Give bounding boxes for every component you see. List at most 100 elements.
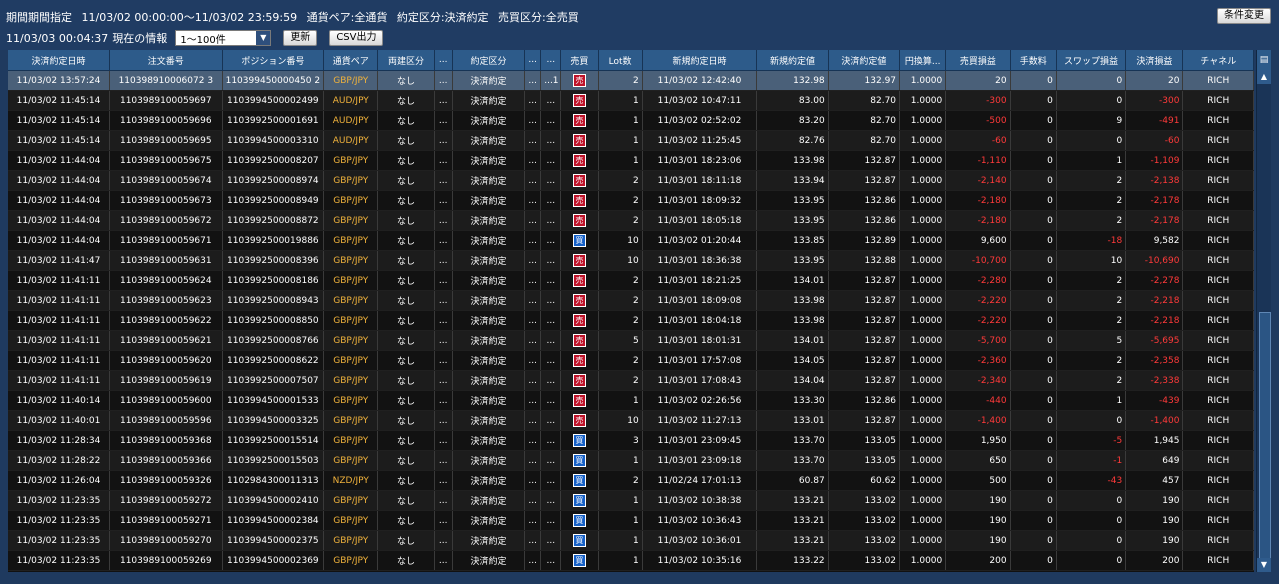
column-header[interactable]: 注文番号 xyxy=(109,50,223,71)
refresh-button[interactable]: 更新 xyxy=(283,30,318,46)
column-header[interactable]: 手数料 xyxy=(1010,50,1057,71)
table-row[interactable]: 11/03/02 11:44:04 1103989100059672 1103992… xyxy=(8,210,1254,231)
column-header[interactable]: 決済約定値 xyxy=(828,50,901,71)
table-row[interactable]: 11/03/02 11:44:04 1103989100059675 1103992… xyxy=(8,150,1254,171)
sell-badge: 売 xyxy=(572,114,586,127)
table-row[interactable]: 11/03/02 11:45:14 1103989100059697 1103994… xyxy=(8,90,1254,111)
table-row[interactable]: 11/03/02 11:41:47 1103989100059631 1103992… xyxy=(8,250,1254,271)
table-row[interactable]: 11/03/02 11:26:04 1103989100059326 1102984… xyxy=(8,470,1254,491)
table-cell: ... xyxy=(540,290,562,311)
table-cell: 5 xyxy=(598,330,643,351)
table-row[interactable]: 11/03/02 11:23:35 1103989100059270 1103994… xyxy=(8,530,1254,551)
column-header[interactable]: 通貨ペア xyxy=(323,50,379,71)
column-chooser-icon[interactable]: ▤ xyxy=(1257,50,1271,70)
scroll-down-arrow-icon[interactable]: ▼ xyxy=(1257,558,1271,572)
table-row[interactable]: 11/03/02 11:28:22 1103989100059366 1103992… xyxy=(8,450,1254,471)
column-header[interactable]: 新規約定日時 xyxy=(642,50,758,71)
table-cell: 1103989100059272 xyxy=(109,490,223,511)
scroll-up-arrow-icon[interactable]: ▲ xyxy=(1257,70,1271,84)
column-header[interactable]: ... xyxy=(524,50,542,71)
table-row[interactable]: 11/03/02 11:28:34 1103989100059368 1103992… xyxy=(8,430,1254,451)
table-cell: 11/03/01 18:09:32 xyxy=(642,190,758,211)
table-row[interactable]: 11/03/02 11:23:35 1103989100059271 1103994… xyxy=(8,510,1254,531)
table-cell: 132.87 xyxy=(828,170,901,191)
table-cell: 売 xyxy=(560,250,599,271)
column-header[interactable]: チャネル xyxy=(1182,50,1254,71)
column-header[interactable]: Lot数 xyxy=(598,50,643,71)
table-row[interactable]: 11/03/02 11:41:11 1103989100059621 1103992… xyxy=(8,330,1254,351)
scrollbar-thumb[interactable] xyxy=(1259,312,1271,570)
column-header[interactable]: 決済約定日時 xyxy=(8,50,111,71)
table-cell: 11/03/02 10:36:43 xyxy=(642,510,758,531)
table-cell: ... xyxy=(540,250,562,271)
column-header[interactable]: 売買 xyxy=(560,50,599,71)
table-cell: 133.02 xyxy=(828,510,901,531)
table-cell: 1103994500002410 xyxy=(222,490,325,511)
chevron-down-icon[interactable]: ▼ xyxy=(256,31,271,45)
table-cell: AUD/JPY xyxy=(323,130,379,151)
csv-export-button[interactable]: CSV出力 xyxy=(329,30,384,46)
table-cell: 1103992500008943 xyxy=(222,290,325,311)
table-cell: 決済約定 xyxy=(452,510,526,531)
table-row[interactable]: 11/03/02 11:45:14 1103989100059696 1103992… xyxy=(8,110,1254,131)
table-cell: 決済約定 xyxy=(452,490,526,511)
table-cell: 1103989100059672 xyxy=(109,210,223,231)
table-row[interactable]: 11/03/02 11:40:01 1103989100059596 1103994… xyxy=(8,410,1254,431)
table-cell: 133.98 xyxy=(756,150,829,171)
table-cell: 82.70 xyxy=(828,90,901,111)
column-header[interactable]: 約定区分 xyxy=(452,50,526,71)
column-header[interactable]: 円換算... xyxy=(899,50,947,71)
table-row[interactable]: 11/03/02 11:44:04 1103989100059674 1103992… xyxy=(8,170,1254,191)
table-cell: RICH xyxy=(1182,330,1254,351)
vertical-scrollbar[interactable]: ▤ ▲ ▼ xyxy=(1256,50,1271,572)
table-cell: 1,945 xyxy=(1125,430,1184,451)
table-cell: ... xyxy=(540,110,562,131)
table-cell: 1 xyxy=(598,510,643,531)
table-cell: 1103992500008872 xyxy=(222,210,325,231)
column-header[interactable]: ... xyxy=(540,50,562,71)
table-cell: 11/03/02 12:42:40 xyxy=(642,70,758,91)
table-cell: ... xyxy=(540,270,562,291)
table-row[interactable]: 11/03/02 11:41:11 1103989100059624 1103992… xyxy=(8,270,1254,291)
table-row[interactable]: 11/03/02 11:23:35 1103989100059269 1103994… xyxy=(8,550,1254,571)
table-cell: 0 xyxy=(1010,90,1057,111)
table-row[interactable]: 11/03/02 11:44:04 1103989100059673 1103992… xyxy=(8,190,1254,211)
table-cell: 1.0000 xyxy=(899,370,947,391)
table-cell: GBP/JPY xyxy=(323,290,379,311)
column-header[interactable]: 売買損益 xyxy=(945,50,1011,71)
table-row[interactable]: 11/03/02 11:41:11 1103989100059619 1103992… xyxy=(8,370,1254,391)
table-row[interactable]: 11/03/02 11:41:11 1103989100059622 1103992… xyxy=(8,310,1254,331)
column-header[interactable]: ポジション番号 xyxy=(222,50,325,71)
condition-change-button[interactable]: 条件変更 xyxy=(1217,8,1271,24)
table-cell: ... xyxy=(540,330,562,351)
table-cell: ... xyxy=(434,290,453,311)
table-cell: ... xyxy=(524,170,542,191)
column-header[interactable]: 両建区分 xyxy=(377,50,435,71)
table-cell: ... xyxy=(540,490,562,511)
table-row[interactable]: 11/03/02 11:41:11 1103989100059623 1103992… xyxy=(8,290,1254,311)
table-row[interactable]: 11/03/02 13:57:24 110398910006072 3 110399… xyxy=(8,70,1254,91)
table-cell: 82.70 xyxy=(828,130,901,151)
table-cell: ... xyxy=(524,90,542,111)
table-cell: 11/03/01 23:09:18 xyxy=(642,450,758,471)
column-header[interactable]: 決済損益 xyxy=(1125,50,1184,71)
table-cell: 決済約定 xyxy=(452,430,526,451)
table-cell: ... xyxy=(540,310,562,331)
table-cell: RICH xyxy=(1182,250,1254,271)
table-row[interactable]: 11/03/02 11:41:11 1103989100059620 1103992… xyxy=(8,350,1254,371)
column-header[interactable]: 新規約定値 xyxy=(756,50,829,71)
table-cell: 2 xyxy=(598,470,643,491)
range-select[interactable]: 1〜100件 ▼ xyxy=(175,30,272,46)
column-header[interactable]: ... xyxy=(434,50,453,71)
column-header[interactable]: スワップ損益 xyxy=(1056,50,1127,71)
table-row[interactable]: 11/03/02 11:40:14 1103989100059600 1103994… xyxy=(8,390,1254,411)
table-cell: 売 xyxy=(560,330,599,351)
table-cell: 1.0000 xyxy=(899,70,947,91)
filter-summary: 期間期間指定 11/03/02 00:00:00〜11/03/02 23:59:… xyxy=(6,9,585,25)
table-row[interactable]: 11/03/02 11:45:14 1103989100059695 1103994… xyxy=(8,130,1254,151)
table-cell: 2 xyxy=(598,370,643,391)
table-row[interactable]: 11/03/02 11:44:04 1103989100059671 1103992… xyxy=(8,230,1254,251)
table-row[interactable]: 11/03/02 11:23:35 1103989100059272 1103994… xyxy=(8,490,1254,511)
table-cell: 0 xyxy=(1056,130,1127,151)
table-cell: なし xyxy=(377,390,435,411)
